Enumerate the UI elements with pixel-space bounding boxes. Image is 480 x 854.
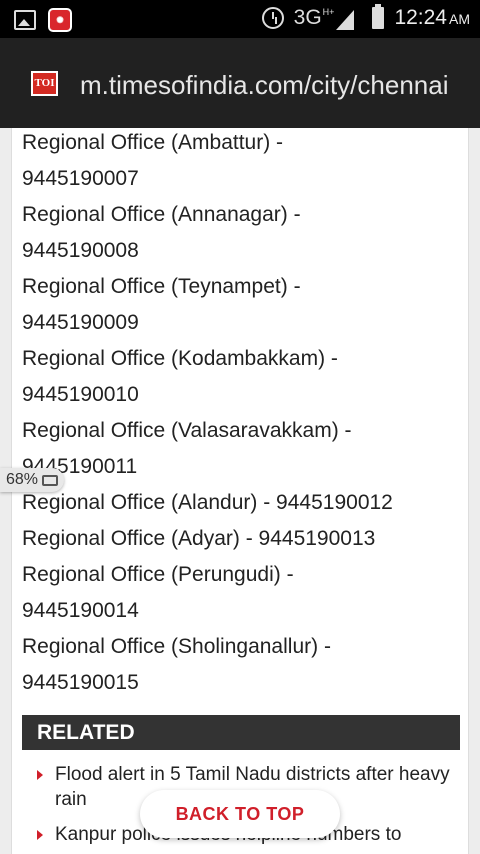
network-type: 3G bbox=[293, 6, 322, 29]
article-text-line: 9445190014 bbox=[22, 599, 139, 622]
system-icons: 3G H+ 12:24 AM bbox=[261, 4, 470, 30]
alarm-icon bbox=[261, 7, 284, 29]
article-text-line: Regional Office (Teynampet) - bbox=[22, 275, 301, 298]
article-text-line: Regional Office (Perungudi) - bbox=[22, 563, 294, 586]
clock-time: 12:24 bbox=[394, 6, 447, 29]
article-text-line: 9445190015 bbox=[22, 671, 139, 694]
article-card: Regional Office (Ambattur) - 9445190007 Re… bbox=[11, 128, 469, 854]
article-text-line: 9445190011 bbox=[22, 455, 138, 478]
bullet-arrow-icon bbox=[37, 770, 43, 780]
clock-ampm: AM bbox=[449, 11, 470, 27]
article-text-line: Regional Office (Annanagar) - bbox=[22, 203, 301, 226]
status-bar: ✺ 3G H+ 12:24 AM bbox=[0, 0, 480, 38]
reading-mode-icon bbox=[42, 474, 59, 486]
article-text-line: Regional Office (Kodambakkam) - bbox=[22, 347, 338, 370]
zoom-level: 68% bbox=[6, 471, 39, 488]
article-text-line: Regional Office (Sholinganallur) - bbox=[22, 635, 331, 658]
signal-icon bbox=[336, 10, 355, 30]
notification-icons: ✺ bbox=[14, 8, 72, 32]
related-heading: RELATED bbox=[22, 715, 460, 750]
zoom-level-badge[interactable]: 68% bbox=[0, 468, 65, 492]
regional-office-list: Regional Office (Ambattur) - 9445190007 Re… bbox=[22, 128, 462, 704]
site-favicon: TOI bbox=[31, 71, 58, 96]
back-to-top-button[interactable]: BACK TO TOP bbox=[140, 790, 340, 838]
browser-address-bar[interactable]: TOI m.timesofindia.com/city/chennai bbox=[0, 38, 480, 128]
article-text-line: 9445190008 bbox=[22, 239, 139, 262]
article-text-line: Regional Office (Adyar) - 9445190013 bbox=[22, 527, 376, 550]
article-text-line: 9445190010 bbox=[22, 383, 139, 406]
article-text-line: Regional Office (Ambattur) - bbox=[22, 131, 284, 154]
gallery-icon bbox=[14, 10, 36, 30]
network-indicator: 3G H+ bbox=[294, 6, 355, 30]
bullet-arrow-icon bbox=[37, 830, 43, 840]
app-notification-icon: ✺ bbox=[48, 8, 72, 32]
article-text-line: Regional Office (Alandur) - 9445190012 bbox=[22, 491, 393, 514]
article-text-line: Regional Office (Valasaravakkam) - bbox=[22, 419, 352, 442]
article-text-line: 9445190009 bbox=[22, 311, 139, 334]
url-text[interactable]: m.timesofindia.com/city/chennai bbox=[80, 68, 480, 102]
network-type-sup: H+ bbox=[322, 7, 335, 17]
battery-icon bbox=[372, 4, 385, 29]
article-text-line: 9445190007 bbox=[22, 167, 139, 190]
clock: 12:24 AM bbox=[394, 6, 470, 30]
